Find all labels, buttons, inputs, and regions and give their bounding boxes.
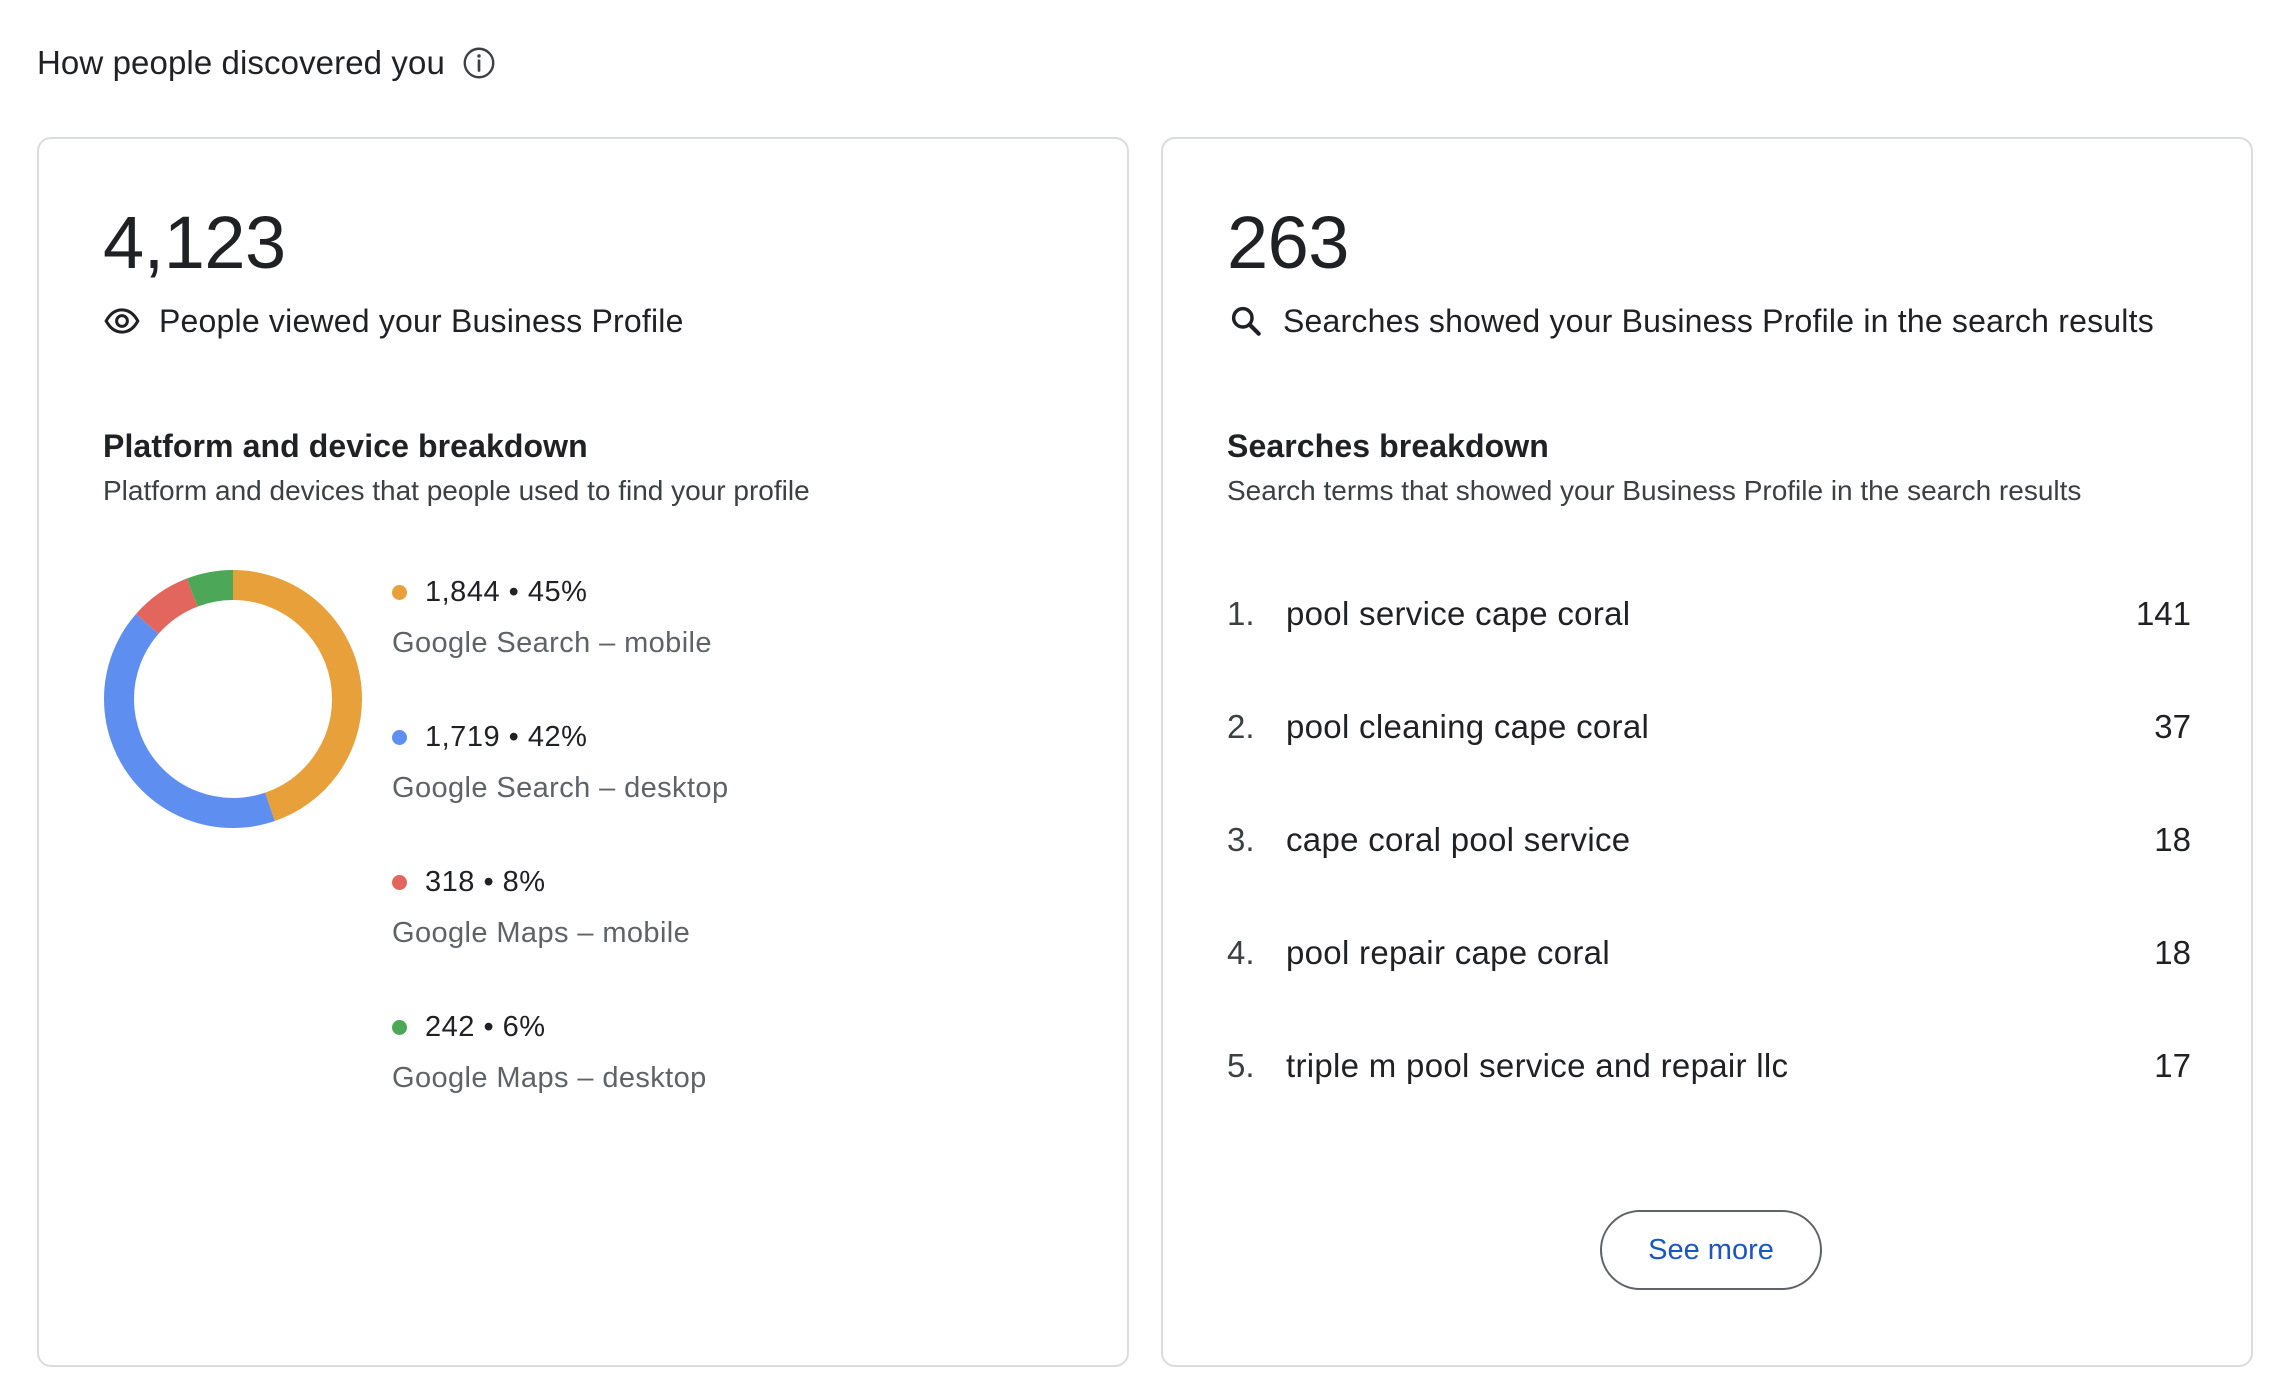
views-label: People viewed your Business Profile xyxy=(159,302,684,339)
legend-dot xyxy=(392,1020,407,1035)
platform-breakdown-description: Platform and devices that people used to… xyxy=(103,475,810,506)
search-term-rank: 1. xyxy=(1227,595,1255,632)
see-more-button[interactable]: See more xyxy=(1600,1210,1822,1290)
profile-views-card: 4,123 People viewed your Business Profil… xyxy=(37,137,1129,1367)
search-term-rank: 3. xyxy=(1227,821,1255,858)
legend-label: Google Maps – desktop xyxy=(392,1062,707,1094)
search-term-text: cape coral pool service xyxy=(1286,821,1631,858)
legend-label: Google Maps – mobile xyxy=(392,917,691,949)
searches-breakdown-title: Searches breakdown xyxy=(1227,428,1549,464)
legend-dot xyxy=(392,585,407,600)
search-term-text: pool repair cape coral xyxy=(1286,934,1610,971)
search-term-row: 3. cape coral pool service 18 xyxy=(1227,821,2191,934)
search-term-rank: 5. xyxy=(1227,1047,1255,1084)
legend-item-search-desktop: 1,719 • 42% Google Search – desktop xyxy=(392,721,728,866)
legend-value: 1,719 • 42% xyxy=(425,721,588,753)
search-term-rank: 4. xyxy=(1227,934,1255,971)
searches-card: 263 Searches showed your Business Profil… xyxy=(1161,137,2253,1367)
legend-dot xyxy=(392,730,407,745)
eye-icon xyxy=(103,302,141,340)
search-term-row: 2. pool cleaning cape coral 37 xyxy=(1227,708,2191,821)
search-term-text: pool service cape coral xyxy=(1286,595,1631,632)
legend-value: 318 • 8% xyxy=(425,866,546,898)
section-title: How people discovered you xyxy=(37,44,445,81)
legend-value: 1,844 • 45% xyxy=(425,576,588,608)
search-term-count: 18 xyxy=(2154,934,2191,971)
legend-label: Google Search – mobile xyxy=(392,627,712,659)
search-term-text: triple m pool service and repair llc xyxy=(1286,1047,1789,1084)
views-total: 4,123 xyxy=(103,201,286,284)
legend-label: Google Search – desktop xyxy=(392,772,729,804)
legend-value: 242 • 6% xyxy=(425,1011,546,1043)
platform-breakdown-title: Platform and device breakdown xyxy=(103,428,588,464)
platform-legend: 1,844 • 45% Google Search – mobile 1,719… xyxy=(392,576,728,1156)
info-circle-icon[interactable] xyxy=(461,45,497,81)
legend-item-search-mobile: 1,844 • 45% Google Search – mobile xyxy=(392,576,728,721)
search-term-row: 4. pool repair cape coral 18 xyxy=(1227,934,2191,1047)
search-terms-list: 1. pool service cape coral 141 2. pool c… xyxy=(1227,595,2191,1160)
section-header: How people discovered you xyxy=(37,44,497,82)
discovery-section: How people discovered you 4,123 People v… xyxy=(0,0,2282,1386)
search-term-text: pool cleaning cape coral xyxy=(1286,708,1650,745)
views-metric-row: People viewed your Business Profile xyxy=(103,302,684,340)
searches-label: Searches showed your Business Profile in… xyxy=(1283,302,2154,339)
legend-item-maps-mobile: 318 • 8% Google Maps – mobile xyxy=(392,866,728,1011)
platform-donut-chart xyxy=(104,570,362,828)
search-term-row: 1. pool service cape coral 141 xyxy=(1227,595,2191,708)
searches-total: 263 xyxy=(1227,201,1349,284)
search-term-count: 141 xyxy=(2135,595,2191,632)
legend-item-maps-desktop: 242 • 6% Google Maps – desktop xyxy=(392,1011,728,1156)
searches-breakdown-description: Search terms that showed your Business P… xyxy=(1227,475,2082,506)
search-term-count: 17 xyxy=(2154,1047,2191,1084)
search-icon xyxy=(1227,302,1265,340)
searches-metric-row: Searches showed your Business Profile in… xyxy=(1227,302,2154,340)
search-term-count: 37 xyxy=(2154,708,2191,745)
search-term-count: 18 xyxy=(2154,821,2191,858)
search-term-row: 5. triple m pool service and repair llc … xyxy=(1227,1047,2191,1160)
legend-dot xyxy=(392,875,407,890)
search-term-rank: 2. xyxy=(1227,708,1255,745)
